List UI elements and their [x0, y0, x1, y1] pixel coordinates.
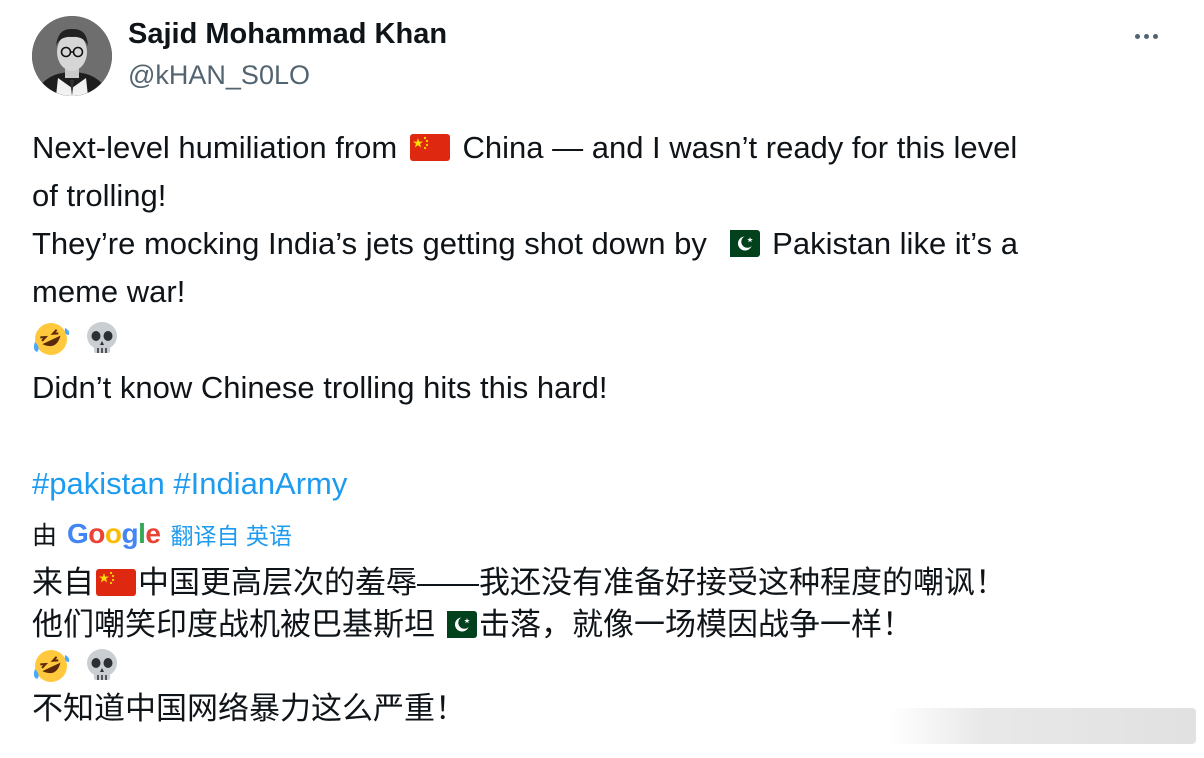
translated-text: 来自 中国更高层次的羞辱——我还没有准备好接受这种程度的嘲讽！ 他们嘲笑印度战机…	[32, 562, 1162, 730]
emoji-line	[32, 646, 1162, 688]
tweet-line: They’re mocking India’s jets getting sho…	[32, 226, 1018, 261]
pakistan-flag-icon	[437, 611, 477, 638]
translated-line: 来自 中国更高层次的羞辱——我还没有准备好接受这种程度的嘲讽！	[32, 565, 1006, 600]
tweet-line: Didn’t know Chinese trolling hits this h…	[32, 370, 608, 405]
tweet-line: meme war!	[32, 274, 186, 309]
author-handle[interactable]: @kHAN_S0LO	[128, 60, 310, 91]
translated-by-label: 由	[32, 522, 58, 550]
hashtag-indianarmy[interactable]: #IndianArmy	[173, 466, 347, 501]
rofl-emoji-icon	[32, 647, 70, 685]
avatar[interactable]	[32, 16, 112, 96]
more-horizontal-icon	[1134, 33, 1140, 39]
more-options-button[interactable]	[1126, 22, 1166, 50]
china-flag-icon	[96, 569, 136, 596]
tweet-card: Sajid Mohammad Khan @kHAN_S0LO Next-leve…	[0, 0, 1204, 758]
hashtags: #pakistan #IndianArmy	[32, 460, 347, 508]
skull-emoji-icon	[83, 320, 121, 358]
translated-from-link[interactable]: 翻译自 英语	[170, 517, 291, 551]
author-name[interactable]: Sajid Mohammad Khan	[128, 18, 447, 51]
tweet-text: Next-level humiliation from China — and …	[32, 124, 1162, 412]
watermark	[890, 708, 1196, 744]
tweet-line: of trolling!	[32, 178, 167, 213]
skull-emoji-icon	[83, 647, 121, 685]
google-logo: Google	[67, 518, 161, 549]
china-flag-icon	[409, 134, 450, 161]
translation-attribution: 由 Google 翻译自 英语	[32, 514, 292, 554]
pakistan-flag-icon	[719, 230, 760, 257]
tweet-line: Next-level humiliation from China — and …	[32, 130, 1018, 165]
hashtag-pakistan[interactable]: #pakistan	[32, 466, 165, 501]
emoji-line	[32, 316, 1162, 364]
rofl-emoji-icon	[32, 320, 70, 358]
translated-line: 他们嘲笑印度战机被巴基斯坦 击落，就像一场模因战争一样！	[32, 607, 913, 642]
